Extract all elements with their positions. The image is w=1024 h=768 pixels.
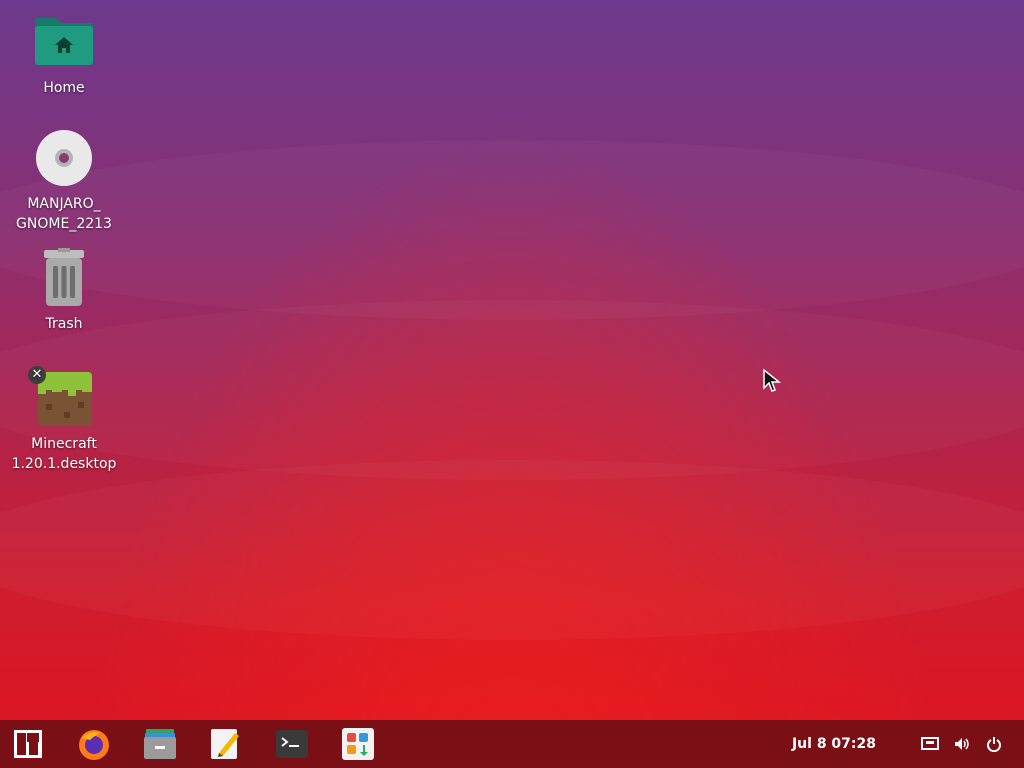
desktop-icon-trash[interactable]: Trash <box>9 248 119 334</box>
volume-icon[interactable] <box>950 732 974 756</box>
desktop-icon-disc[interactable]: MANJARO_ GNOME_2213 <box>9 128 119 234</box>
firefox-button[interactable] <box>70 720 118 768</box>
power-icon[interactable] <box>982 732 1006 756</box>
desktop-icon-minecraft[interactable]: ✕ Minecraft 1.20.1.desktop <box>9 366 119 474</box>
mouse-cursor-icon <box>762 368 782 398</box>
taskbar: Jul 8 07:28 <box>0 720 1024 768</box>
text-editor-icon <box>211 729 239 759</box>
terminal-button[interactable] <box>268 720 316 768</box>
firefox-icon <box>79 730 109 760</box>
desktop-icon-label: Trash <box>45 316 83 332</box>
trash-icon <box>34 248 94 308</box>
untrusted-badge-icon: ✕ <box>28 366 46 384</box>
files-button[interactable] <box>136 720 184 768</box>
desktop: Home MANJARO_ GNOME_2213 Trash ✕ Minecra… <box>0 0 1024 720</box>
terminal-icon <box>276 730 308 758</box>
home-folder-icon <box>34 12 94 72</box>
system-tray: Jul 8 07:28 <box>792 720 1024 768</box>
network-icon[interactable] <box>918 732 942 756</box>
text-editor-button[interactable] <box>202 720 250 768</box>
desktop-icon-label: Minecraft 1.20.1.desktop <box>11 436 117 472</box>
disc-icon <box>34 128 94 188</box>
manjaro-logo-icon <box>14 730 42 758</box>
desktop-icon-home[interactable]: Home <box>9 12 119 98</box>
clock[interactable]: Jul 8 07:28 <box>792 736 876 752</box>
files-icon <box>144 729 176 759</box>
software-center-button[interactable] <box>334 720 382 768</box>
desktop-icon-label: Home <box>43 80 85 96</box>
manjaro-menu-button[interactable] <box>4 720 52 768</box>
software-center-icon <box>342 728 374 760</box>
minecraft-icon: ✕ <box>28 366 94 428</box>
desktop-icon-label: MANJARO_ GNOME_2213 <box>16 196 112 232</box>
